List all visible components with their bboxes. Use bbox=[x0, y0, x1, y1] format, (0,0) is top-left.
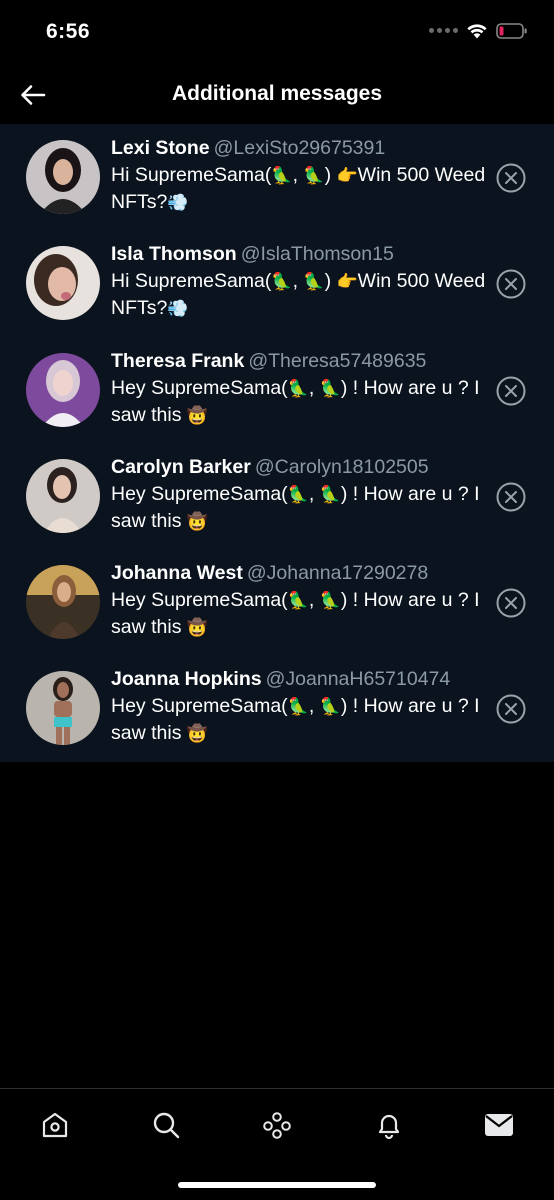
parrot-emoji: 🦜 bbox=[319, 378, 341, 398]
parrot-emoji: 🦜 bbox=[271, 166, 293, 185]
message-request-content: Carolyn Barker @Carolyn18102505 Hey Supre… bbox=[111, 453, 487, 535]
parrot-emoji: 🦜 bbox=[271, 272, 293, 292]
notifications-icon bbox=[378, 1114, 400, 1140]
sender-handle: @Theresa57489635 bbox=[248, 349, 427, 372]
dismiss-request-button[interactable] bbox=[495, 587, 527, 619]
parrot-emoji: 🦜 bbox=[319, 484, 341, 504]
avatar[interactable] bbox=[26, 246, 100, 321]
message-request-content: Joanna Hopkins @JoannaH65710474 Hey Supre… bbox=[111, 665, 487, 747]
message-preview: Hey SupremeSama(🦜, 🦜) ! How are u ? I sa… bbox=[111, 376, 480, 426]
sender-line: Lexi Stone @LexiSto29675391 bbox=[111, 134, 487, 162]
signal-icon bbox=[429, 28, 458, 33]
message-request-content: Isla Thomson @IslaThomson15 Hi SupremeSam… bbox=[111, 240, 487, 322]
message-request-item[interactable]: Johanna West @Johanna17290278 Hey Supreme… bbox=[0, 549, 554, 655]
message-preview: Hey SupremeSama(🦜, 🦜) ! How are u ? I sa… bbox=[111, 589, 480, 639]
sender-name: Isla Thomson bbox=[111, 243, 237, 266]
sender-line: Johanna West @Johanna17290278 bbox=[111, 559, 487, 587]
sender-name: Lexi Stone bbox=[111, 137, 210, 159]
message-preview: Hi SupremeSama(🦜, 🦜) 👉Win 500 Weed NFTs?… bbox=[111, 270, 486, 320]
sender-handle: @JoannaH65710474 bbox=[265, 668, 451, 691]
cowboy-emoji: 🤠 bbox=[186, 511, 209, 531]
tab-search[interactable] bbox=[148, 1107, 184, 1143]
message-request-item[interactable]: Lexi Stone @LexiSto29675391 Hi SupremeSam… bbox=[0, 124, 554, 230]
dismiss-request-button[interactable] bbox=[495, 268, 527, 300]
avatar[interactable] bbox=[26, 671, 100, 746]
tab-home[interactable] bbox=[37, 1107, 73, 1143]
sender-handle: @Johanna17290278 bbox=[246, 562, 429, 585]
sender-handle: @Carolyn18102505 bbox=[254, 455, 429, 478]
parrot-emoji: 🦜 bbox=[319, 591, 341, 611]
status-time: 6:56 bbox=[46, 20, 91, 43]
status-bar: 6:56 bbox=[0, 0, 554, 66]
parrot-emoji: 🦜 bbox=[287, 484, 309, 504]
parrot-emoji: 🦜 bbox=[303, 272, 325, 292]
cowboy-emoji: 🤠 bbox=[186, 618, 209, 638]
parrot-emoji: 🦜 bbox=[303, 166, 325, 185]
page-header: Additional messages bbox=[0, 66, 554, 124]
dismiss-request-button[interactable] bbox=[495, 481, 527, 513]
home-indicator bbox=[178, 1182, 376, 1188]
avatar[interactable] bbox=[26, 565, 100, 640]
message-request-item[interactable]: Theresa Frank @Theresa57489635 Hey Suprem… bbox=[0, 337, 554, 443]
parrot-emoji: 🦜 bbox=[287, 591, 309, 611]
home-icon bbox=[42, 1112, 68, 1138]
battery-icon bbox=[496, 22, 527, 39]
dash-emoji: 💨 bbox=[167, 193, 189, 212]
avatar[interactable] bbox=[26, 140, 100, 214]
sender-handle: @LexiSto29675391 bbox=[213, 137, 386, 159]
dismiss-request-button[interactable] bbox=[495, 162, 527, 194]
pointing-hand-emoji: 👉 bbox=[336, 272, 358, 292]
cowboy-emoji: 🤠 bbox=[186, 724, 209, 744]
message-request-content: Johanna West @Johanna17290278 Hey Supreme… bbox=[111, 559, 487, 641]
message-request-item[interactable]: Isla Thomson @IslaThomson15 Hi SupremeSam… bbox=[0, 230, 554, 336]
pointing-hand-emoji: 👉 bbox=[336, 166, 358, 185]
cowboy-emoji: 🤠 bbox=[186, 405, 209, 425]
status-icons bbox=[429, 22, 528, 39]
sender-line: Joanna Hopkins @JoannaH65710474 bbox=[111, 665, 487, 693]
parrot-emoji: 🦜 bbox=[287, 697, 309, 717]
sender-line: Theresa Frank @Theresa57489635 bbox=[111, 347, 487, 375]
sender-line: Isla Thomson @IslaThomson15 bbox=[111, 240, 487, 268]
message-preview: Hi SupremeSama(🦜, 🦜) 👉Win 500 Weed NFTs?… bbox=[111, 164, 486, 213]
avatar[interactable] bbox=[26, 458, 100, 533]
sender-name: Carolyn Barker bbox=[111, 455, 251, 478]
message-request-item[interactable]: Carolyn Barker @Carolyn18102505 Hey Supre… bbox=[0, 443, 554, 549]
tab-messages[interactable] bbox=[481, 1107, 517, 1143]
sender-name: Johanna West bbox=[111, 562, 243, 585]
message-request-content: Lexi Stone @LexiSto29675391 Hi SupremeSam… bbox=[111, 134, 487, 216]
tab-notifications[interactable] bbox=[371, 1107, 407, 1143]
sender-name: Theresa Frank bbox=[111, 349, 245, 372]
message-preview: Hey SupremeSama(🦜, 🦜) ! How are u ? I sa… bbox=[111, 695, 480, 745]
spaces-icon bbox=[263, 1112, 291, 1139]
parrot-emoji: 🦜 bbox=[319, 697, 341, 717]
tab-spaces[interactable] bbox=[259, 1107, 295, 1143]
message-request-item[interactable]: Joanna Hopkins @JoannaH65710474 Hey Supre… bbox=[0, 655, 554, 761]
sender-name: Joanna Hopkins bbox=[111, 668, 262, 691]
message-request-list: Lexi Stone @LexiSto29675391 Hi SupremeSam… bbox=[0, 124, 554, 762]
search-icon bbox=[153, 1112, 180, 1139]
dismiss-request-button[interactable] bbox=[495, 375, 527, 407]
sender-line: Carolyn Barker @Carolyn18102505 bbox=[111, 453, 487, 481]
message-request-content: Theresa Frank @Theresa57489635 Hey Suprem… bbox=[111, 347, 487, 429]
message-preview: Hey SupremeSama(🦜, 🦜) ! How are u ? I sa… bbox=[111, 482, 480, 532]
avatar[interactable] bbox=[26, 352, 100, 427]
sender-handle: @IslaThomson15 bbox=[240, 243, 394, 266]
dash-emoji: 💨 bbox=[167, 299, 189, 319]
dismiss-request-button[interactable] bbox=[495, 693, 527, 725]
wifi-icon bbox=[467, 24, 487, 39]
parrot-emoji: 🦜 bbox=[287, 378, 309, 398]
page-title: Additional messages bbox=[171, 82, 383, 105]
messages-icon bbox=[485, 1114, 513, 1136]
